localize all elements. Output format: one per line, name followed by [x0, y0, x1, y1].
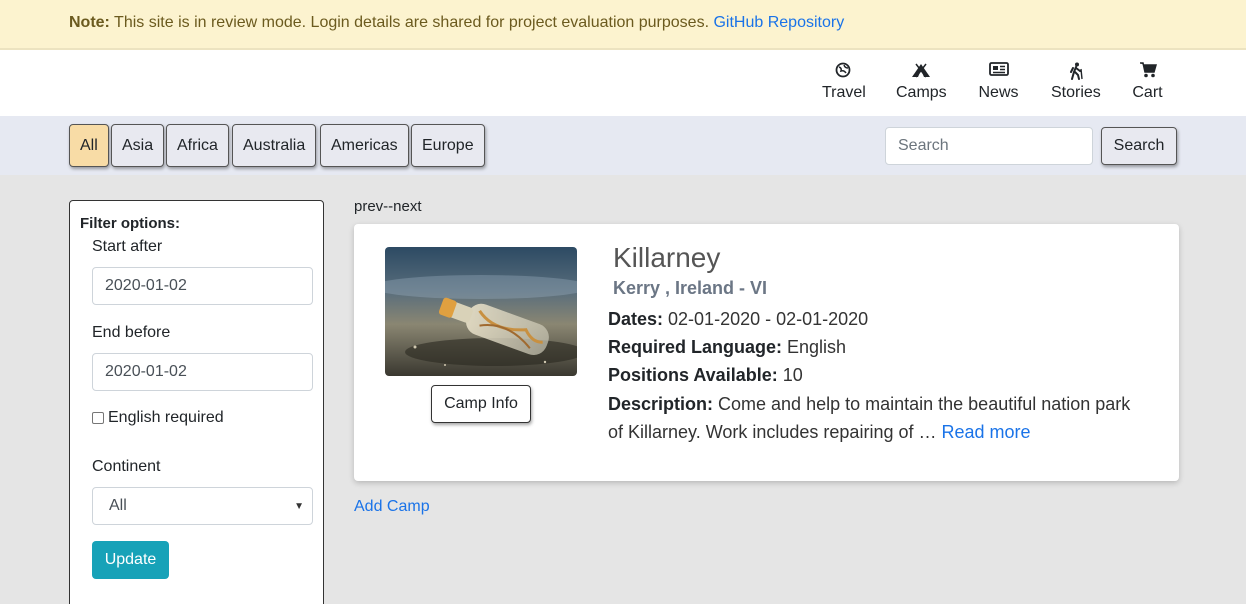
notice-label: Note: [69, 14, 110, 31]
category-asia[interactable]: Asia [111, 124, 165, 167]
camp-card: Camp Info Killarney Kerry , Ireland - VI… [354, 224, 1179, 481]
category-all[interactable]: All [69, 124, 109, 167]
read-more-link[interactable]: Read more [941, 422, 1030, 442]
search-input[interactable]: Search [885, 127, 1093, 165]
nav-label: Cart [1132, 84, 1163, 101]
filter-title: Filter options: [80, 215, 180, 232]
notice-text: This site is in review mode. Login detai… [109, 14, 714, 31]
add-camp-link[interactable]: Add Camp [354, 498, 430, 516]
camp-language: Required Language: English [608, 337, 846, 358]
nav-camps[interactable]: Camps [896, 62, 947, 102]
top-navigation: Travel Camps News Stories Cart [0, 50, 1246, 116]
nav-label: Camps [896, 84, 947, 101]
description-label: Description: [608, 394, 714, 414]
nav-cart[interactable]: Cart [1132, 62, 1163, 102]
category-australia[interactable]: Australia [232, 124, 317, 167]
tent-icon [896, 62, 946, 84]
dates-value: 02-01-2020 - 02-01-2020 [663, 309, 869, 329]
category-americas[interactable]: Americas [320, 124, 409, 167]
language-label: Required Language: [608, 337, 783, 357]
nav-stories[interactable]: Stories [1051, 62, 1101, 102]
dates-label: Dates: [608, 309, 664, 329]
nav-label: News [978, 84, 1019, 101]
nav-travel[interactable]: Travel [822, 62, 866, 102]
english-required-checkbox[interactable]: English required [92, 409, 224, 427]
positions-value: 10 [777, 365, 803, 385]
cart-icon [1132, 62, 1163, 84]
nav-label: Stories [1051, 84, 1101, 101]
continent-label: Continent [92, 458, 161, 475]
camp-photo [385, 247, 577, 376]
camp-title: Killarney [613, 242, 721, 273]
language-value: English [782, 337, 847, 357]
filter-panel: Filter options: Start after 2020-01-02 E… [69, 200, 324, 604]
hiker-icon [1051, 62, 1100, 84]
end-before-field[interactable]: 2020-01-02 [92, 353, 313, 391]
github-link[interactable]: GitHub Repository [713, 14, 844, 31]
end-before-label: End before [92, 324, 171, 341]
camp-positions: Positions Available: 10 [608, 365, 803, 386]
camp-dates: Dates: 02-01-2020 - 02-01-2020 [608, 309, 868, 330]
globe-icon [822, 62, 864, 84]
category-bar: All Asia Africa Australia Americas Europ… [0, 116, 1246, 175]
start-after-field[interactable]: 2020-01-02 [92, 267, 313, 305]
checkbox-box[interactable] [92, 412, 104, 424]
dropdown-arrow-icon: ▼ [294, 500, 304, 512]
continent-select[interactable]: All ▼ [92, 487, 313, 525]
search-button[interactable]: Search [1101, 127, 1177, 165]
english-required-label: English required [108, 409, 224, 426]
nav-label: Travel [822, 84, 866, 101]
review-notice-banner: Note: This site is in review mode. Login… [0, 0, 1246, 50]
category-europe[interactable]: Europe [411, 124, 485, 167]
update-button[interactable]: Update [92, 541, 169, 579]
newspaper-icon [978, 62, 1019, 84]
nav-news[interactable]: News [978, 62, 1019, 102]
start-after-label: Start after [92, 238, 163, 255]
category-africa[interactable]: Africa [166, 124, 229, 167]
pager-links[interactable]: prev--next [354, 198, 422, 215]
camp-description: Description: Come and help to maintain t… [608, 390, 1138, 446]
positions-label: Positions Available: [608, 365, 778, 385]
camp-info-button[interactable]: Camp Info [431, 385, 531, 423]
continent-selected-value: All [109, 497, 127, 514]
camp-location: Kerry , Ireland - VI [613, 278, 768, 298]
